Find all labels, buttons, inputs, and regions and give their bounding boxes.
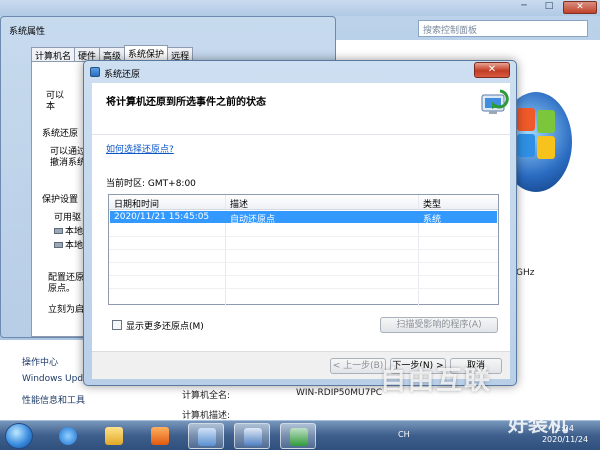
system-restore-icon [90,67,100,77]
taskbar-system-properties[interactable] [234,423,270,449]
row-date: 2020/11/21 15:45:05 [114,212,210,222]
timezone-label: 当前时区: [106,179,146,189]
media-player-icon [151,427,169,445]
tab-computer-name[interactable]: 计算机名 [31,47,76,62]
close-button[interactable]: ✕ [563,1,597,14]
watermark-text: 自由互联 [380,366,493,396]
drive-icon [54,228,63,234]
wizard-header: 将计算机还原到所选事件之前的状态 [92,83,510,135]
drive-label: 本地 [65,241,84,251]
maximize-button[interactable]: □ [537,1,561,14]
control-panel-titlebar [0,0,600,16]
drive-icon [54,242,63,248]
computer-icon [244,428,262,446]
restore-wizard-icon [481,89,509,114]
how-to-choose-link[interactable]: 如何选择还原点? [106,142,174,155]
configure-text-2: 原点。 [48,284,76,294]
link-action-center[interactable]: 操作中心 [22,355,58,368]
grid-line [109,262,498,263]
windows-flag-icon [517,108,557,160]
system-restore-content: 将计算机还原到所选事件之前的状态 如何选择还原点? 当前时区: GMT+8:00… [92,83,510,379]
column-date[interactable]: 日期和时间 [114,197,159,210]
show-more-label[interactable]: 显示更多还原点(M) [126,319,204,332]
column-description[interactable]: 描述 [230,197,248,210]
system-properties-tabs: 计算机名 硬件 高级 系统保护 远程 [31,45,194,62]
taskbar-system-restore[interactable] [280,423,316,449]
drive-label: 本地 [65,227,84,237]
row-type: 系统 [423,215,442,225]
taskbar-media-player[interactable] [142,423,178,449]
create-now-text: 立刻为启 [48,305,85,315]
start-button[interactable] [5,423,33,449]
full-name-label: 计算机全名: [182,391,231,401]
tab-hardware[interactable]: 硬件 [74,47,101,62]
restore-desc-2: 撤消系统 [50,158,87,168]
drive-row-1[interactable]: 本地 [54,224,83,237]
ie-icon [59,427,77,445]
full-name-value: WIN-RDIP50MU7PC [296,388,383,398]
taskbar-explorer[interactable] [96,423,132,449]
drive-row-2[interactable]: 本地 [54,238,83,251]
scan-affected-programs-button[interactable]: 扫描受影响的程序(A) [380,317,498,333]
minimize-button[interactable]: ─ [512,1,536,14]
show-more-checkbox[interactable] [112,320,122,330]
column-type[interactable]: 类型 [423,197,441,210]
system-restore-title: 系统还原 [104,70,141,80]
search-input[interactable]: 搜索控制面板 [418,20,588,37]
grid-line [109,236,498,237]
timezone-readout: 当前时区: GMT+8:00 [106,176,196,189]
grid-line [109,275,498,276]
protection-settings-label: 保护设置 [42,195,79,205]
folder-icon [105,427,123,445]
grid-line [109,249,498,250]
timezone-value: GMT+8:00 [147,179,196,189]
taskbar-control-panel[interactable] [188,423,224,449]
tab-advanced[interactable]: 高级 [99,47,126,62]
system-restore-label: 系统还原 [42,129,79,139]
page-title: 将计算机还原到所选事件之前的状态 [106,97,266,108]
system-properties-title: 系统属性 [9,27,46,37]
table-header: 日期和时间 描述 类型 [109,195,498,210]
available-drives-header: 可用驱 [54,213,82,223]
control-panel-icon [198,428,216,446]
row-description: 自动还原点 [230,215,276,225]
watermark-brand: 好装机 [508,412,568,436]
cpu-speed-unit: GHz [516,268,535,278]
ime-indicator[interactable]: CH [398,430,410,439]
intro-text-2: 本 [46,102,56,112]
taskbar-ie[interactable] [50,423,86,449]
tab-system-protection[interactable]: 系统保护 [124,45,169,61]
link-performance-tools[interactable]: 性能信息和工具 [22,393,85,406]
grid-line [109,288,498,289]
tab-remote[interactable]: 远程 [167,47,194,62]
back-button[interactable]: < 上一步(B) [330,358,386,374]
system-restore-icon [290,428,308,446]
close-button[interactable]: ✕ [474,62,510,78]
restore-points-table[interactable]: 日期和时间 描述 类型 2020/11/21 15:45:05 自动还原点 系统 [108,194,499,306]
table-row[interactable]: 2020/11/21 15:45:05 自动还原点 系统 [110,211,497,225]
system-restore-dialog: 系统还原 ✕ 将计算机还原到所选事件之前的状态 如何选择还原点? 当前时区: G… [83,60,517,386]
